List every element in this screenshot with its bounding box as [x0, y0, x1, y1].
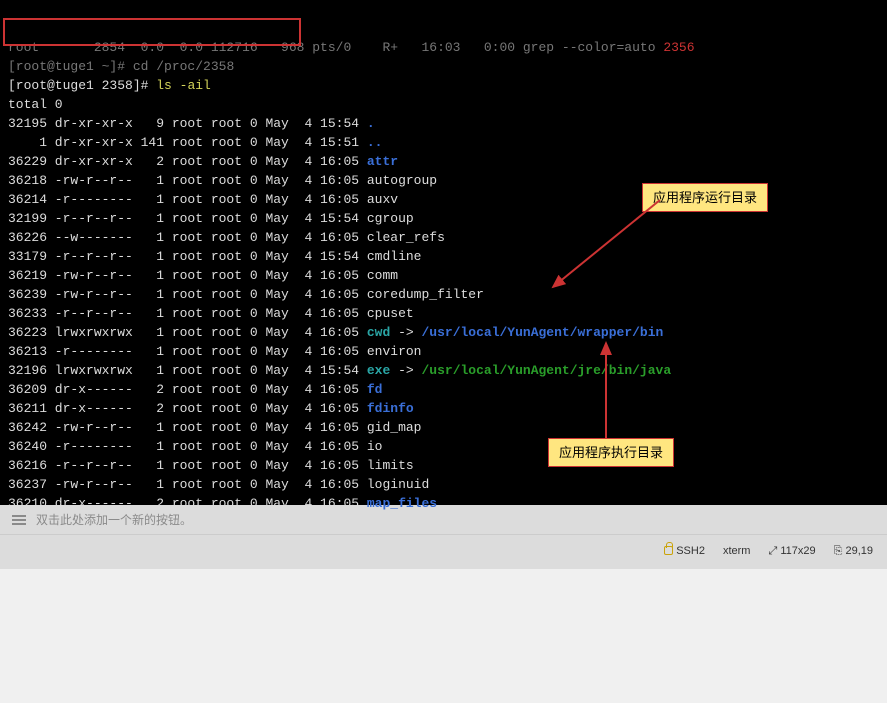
ls-row: 36219 -rw-r--r-- 1 root root 0 May 4 16:…	[8, 266, 879, 285]
ls-row: 36229 dr-xr-xr-x 2 root root 0 May 4 16:…	[8, 152, 879, 171]
ls-row: 36209 dr-x------ 2 root root 0 May 4 16:…	[8, 380, 879, 399]
prompt-ls: [root@tuge1 2358]# ls -ail	[8, 76, 879, 95]
ps-row: root 2854 0.0 0.0 112716 968 pts/0 R+ 16…	[8, 38, 879, 57]
ls-row: 36210 dr-x------ 2 root root 0 May 4 16:…	[8, 494, 879, 513]
ls-row: 36237 -rw-r--r-- 1 root root 0 May 4 16:…	[8, 475, 879, 494]
ls-row: 33179 -r--r--r-- 1 root root 0 May 4 15:…	[8, 247, 879, 266]
total-line: total 0	[8, 95, 879, 114]
ls-row: 36223 lrwxrwxrwx 1 root root 0 May 4 16:…	[8, 323, 879, 342]
ls-row: 32196 lrwxrwxrwx 1 root root 0 May 4 15:…	[8, 361, 879, 380]
ls-row: 36240 -r-------- 1 root root 0 May 4 16:…	[8, 437, 879, 456]
annotation-exec-dir: 应用程序执行目录	[548, 438, 674, 467]
ls-row: 32195 dr-xr-xr-x 9 root root 0 May 4 15:…	[8, 114, 879, 133]
ls-row: 36213 -r-------- 1 root root 0 May 4 16:…	[8, 342, 879, 361]
ls-row: 36239 -rw-r--r-- 1 root root 0 May 4 16:…	[8, 285, 879, 304]
terminal[interactable]: root 2854 0.0 0.0 112716 968 pts/0 R+ 16…	[0, 0, 887, 505]
lock-icon	[664, 546, 673, 555]
ls-row: 1 dr-xr-xr-x 141 root root 0 May 4 15:51…	[8, 133, 879, 152]
annotation-runtime-dir: 应用程序运行目录	[642, 183, 768, 212]
ls-row: 36233 -r--r--r-- 1 root root 0 May 4 16:…	[8, 304, 879, 323]
prompt-cd: [root@tuge1 ~]# cd /proc/2358	[8, 57, 879, 76]
ls-row: 36211 dr-x------ 2 root root 0 May 4 16:…	[8, 399, 879, 418]
ls-row: 36226 --w------- 1 root root 0 May 4 16:…	[8, 228, 879, 247]
ls-row: 36216 -r--r--r-- 1 root root 0 May 4 16:…	[8, 456, 879, 475]
ls-row: 36242 -rw-r--r-- 1 root root 0 May 4 16:…	[8, 418, 879, 437]
